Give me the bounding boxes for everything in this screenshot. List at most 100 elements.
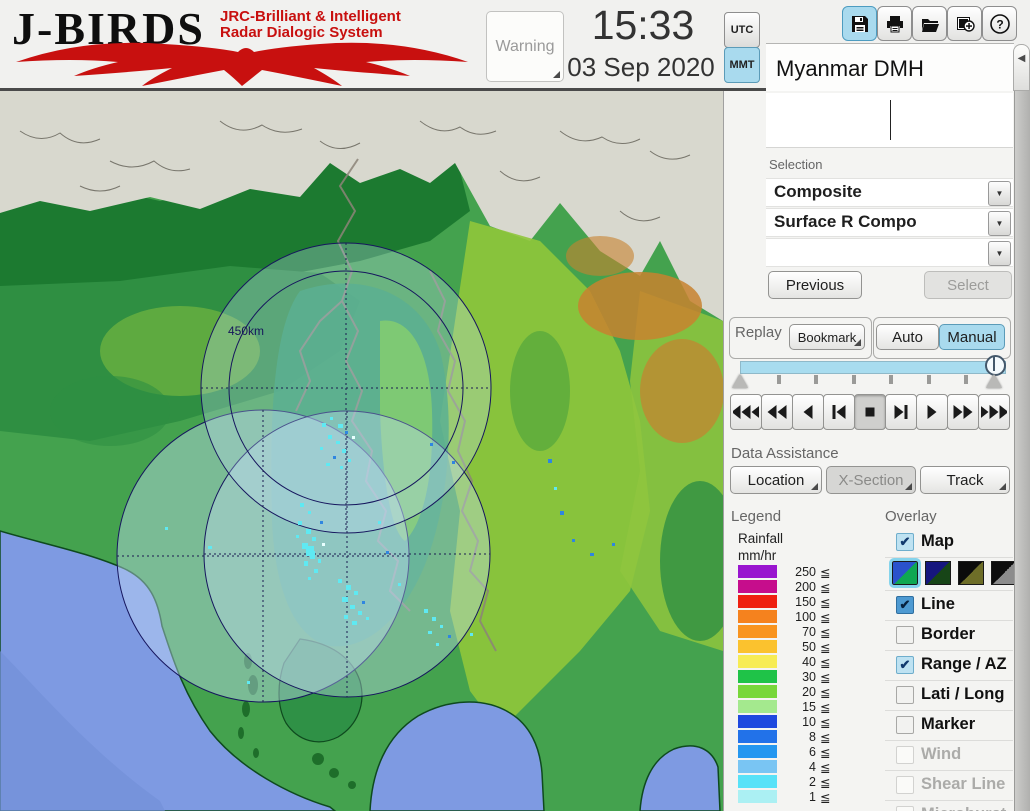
track-button[interactable]: Track [920, 466, 1010, 494]
status-display-box [766, 93, 1013, 148]
legend-row: 150 ≦ [738, 595, 858, 610]
legend-row: 50 ≦ [738, 640, 858, 655]
help-icon: ? [989, 13, 1010, 34]
play-icon [927, 405, 937, 419]
clock-time: 15:33 [591, 2, 695, 48]
chevron-down-icon[interactable]: ▼ [988, 241, 1011, 266]
legend-title-line1: Rainfall [738, 531, 784, 546]
style-navy-darkgreen-swatch[interactable] [925, 561, 951, 585]
forward-fast-button[interactable] [978, 394, 1010, 430]
replay-slider-track[interactable] [740, 361, 1006, 374]
display-caret [890, 100, 891, 140]
auto-mode-button[interactable]: Auto [876, 324, 939, 350]
overlay-label: Marker [921, 715, 976, 733]
less-equal-symbol: ≦ [820, 611, 831, 625]
legend-color-swatch [738, 790, 777, 803]
timezone-utc-button[interactable]: UTC [724, 12, 760, 48]
less-equal-symbol: ≦ [820, 596, 831, 610]
checkbox[interactable] [896, 806, 914, 811]
legend-row: 6 ≦ [738, 745, 858, 760]
rewind-button[interactable] [761, 394, 793, 430]
play-button[interactable] [916, 394, 948, 430]
slider-end-marker[interactable] [986, 374, 1002, 388]
legend-row: 250 ≦ [738, 565, 858, 580]
open-folder-button[interactable] [912, 6, 947, 41]
eagle-logo-icon [16, 42, 468, 86]
product-dropdown-2[interactable]: Surface R Compo ▼ [766, 208, 1013, 237]
capture-add-button[interactable] [947, 6, 982, 41]
location-button[interactable]: Location [730, 466, 822, 494]
checkbox[interactable]: ✔ [896, 656, 914, 674]
timezone-mmt-button[interactable]: MMT [724, 47, 760, 83]
checkbox[interactable] [896, 746, 914, 764]
style-blue-green-swatch[interactable] [889, 558, 921, 588]
legend-value: 8 [809, 730, 816, 744]
overlay-item-lati-long[interactable]: Lati / Long [885, 681, 1013, 711]
legend-value: 50 [802, 640, 816, 654]
overlay-item-range-az[interactable]: ✔ Range / AZ [885, 651, 1013, 681]
terrain-map-image: 450km [0, 91, 740, 811]
print-button[interactable] [877, 6, 912, 41]
checkbox[interactable] [896, 686, 914, 704]
radar-map[interactable]: 450km [0, 91, 740, 811]
product-dropdown-1[interactable]: Composite ▼ [766, 178, 1013, 207]
overlay-item-marker[interactable]: Marker [885, 711, 1013, 741]
print-icon [886, 15, 903, 32]
overlay-item-microburst[interactable]: Microburst [885, 801, 1013, 811]
stop-icon [865, 407, 875, 417]
x-section-button[interactable]: X-Section [826, 466, 916, 494]
slider-tick [814, 375, 818, 384]
panel-scrollbar-track[interactable] [1014, 91, 1030, 811]
legend-value: 200 [795, 580, 816, 594]
mmt-label: MMT [729, 59, 755, 71]
checkbox[interactable] [896, 716, 914, 734]
legend-color-swatch [738, 565, 777, 578]
warning-button[interactable]: Warning [486, 11, 564, 82]
legend-value: 70 [802, 625, 816, 639]
svg-text:?: ? [996, 17, 1003, 31]
legend-color-swatch [738, 685, 777, 698]
replay-slider-thumb[interactable] [985, 355, 1006, 376]
save-icon [851, 15, 868, 32]
chevron-down-icon[interactable]: ▼ [988, 211, 1011, 236]
legend-section-label: Legend [731, 508, 782, 525]
slider-tick [889, 375, 893, 384]
product-dropdown-3[interactable]: ▼ [766, 238, 1013, 267]
step-forward-button[interactable] [885, 394, 917, 430]
help-button[interactable]: ? [982, 6, 1017, 41]
overlay-item-border[interactable]: Border [885, 621, 1013, 651]
slider-start-marker[interactable] [732, 374, 748, 388]
overlay-item-wind[interactable]: Wind [885, 741, 1013, 771]
manual-mode-button[interactable]: Manual [939, 324, 1005, 350]
overlay-item-line[interactable]: ✔ Line [885, 591, 1013, 621]
open-folder-icon [921, 18, 939, 32]
chevron-down-icon[interactable]: ▼ [988, 181, 1011, 206]
checkbox[interactable]: ✔ [896, 596, 914, 614]
overlay-item-shear-line[interactable]: Shear Line [885, 771, 1013, 801]
product-dropdown-2-value: Surface R Compo [774, 212, 917, 231]
step-forward-icon [894, 405, 908, 419]
rewind-fast-button[interactable] [730, 394, 762, 430]
legend-value: 15 [802, 700, 816, 714]
jbirds-window: J-BIRDS JRC-Brilliant & Intelligent Rada… [0, 0, 1030, 811]
save-button[interactable] [842, 6, 877, 41]
reverse-play-button[interactable] [792, 394, 824, 430]
select-button[interactable]: Select [924, 271, 1012, 299]
checkbox[interactable] [896, 776, 914, 794]
stop-button[interactable] [854, 394, 886, 430]
overlay-item-map[interactable]: ✔ Map [885, 528, 1013, 558]
overlay-label: Microburst [921, 805, 1006, 811]
checkbox[interactable] [896, 626, 914, 644]
panel-collapse-handle[interactable]: ◀ [1013, 44, 1030, 91]
legend-value: 10 [802, 715, 816, 729]
header: J-BIRDS JRC-Brilliant & Intelligent Rada… [0, 0, 766, 91]
checkbox[interactable]: ✔ [896, 533, 914, 551]
overlay-label: Range / AZ [921, 655, 1007, 673]
previous-button[interactable]: Previous [768, 271, 862, 299]
slider-tick [777, 375, 781, 384]
overlay-label: Line [921, 595, 955, 613]
forward-button[interactable] [947, 394, 979, 430]
style-black-olive-swatch[interactable] [958, 561, 984, 585]
step-backward-button[interactable] [823, 394, 855, 430]
bookmark-button[interactable]: Bookmark [789, 324, 865, 350]
